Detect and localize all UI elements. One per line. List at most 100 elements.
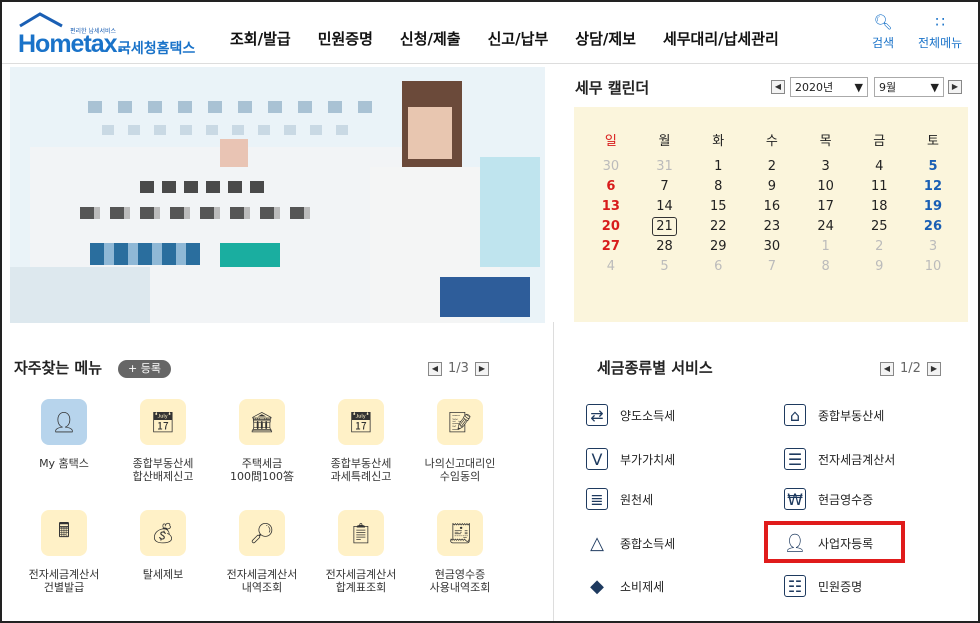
calendar-day[interactable]: 11 xyxy=(852,179,906,194)
calendar-day[interactable]: 30 xyxy=(745,239,799,254)
calendar-grid: 일 월 화 수 목 금 토 30 31 1 2 3 4 5 6 7 8 9 10 11 12 13 14 15 16 17 18 19… xyxy=(584,122,960,276)
calendar-week: 13 14 15 16 17 18 19 xyxy=(584,196,960,216)
calendar-day[interactable]: 17 xyxy=(799,199,853,214)
weekday-label: 목 xyxy=(819,133,832,149)
calendar-day[interactable]: 1 xyxy=(799,239,853,254)
tax-service-item[interactable]: ⇄ 양도소득세 xyxy=(586,404,675,426)
calendar-day[interactable]: 7 xyxy=(638,179,692,194)
month-select[interactable]: 9월 ▼ xyxy=(874,77,944,97)
prev-year-button[interactable]: ◀ xyxy=(771,80,785,94)
cash-receipt-icon: ₩ xyxy=(784,488,806,510)
frequent-menu-item[interactable]: 🔎︎ 전자세금계산서 내역조회 xyxy=(214,510,310,594)
tax-service-item[interactable]: ⌂ 종합부동산세 xyxy=(784,404,884,426)
vat-icon: V xyxy=(586,448,608,470)
frequent-menu-item[interactable]: 👤︎ My 홈택스 xyxy=(16,399,112,470)
calendar-day[interactable]: 23 xyxy=(745,219,799,234)
frequent-menu-item[interactable]: 📋︎ 전자세금계산서 합계표조회 xyxy=(313,510,409,594)
calendar-day[interactable]: 1 xyxy=(691,159,745,174)
chevron-down-icon: ▼ xyxy=(930,80,939,94)
prev-page-button[interactable]: ◀ xyxy=(880,361,894,376)
tax-calendar-title: 세무 캘린더 xyxy=(575,79,650,97)
frequent-menu-item[interactable]: 📅︎ 종합부동산세 합산배제신고 xyxy=(115,399,211,483)
frequent-menu-label: 주택세금 100問100答 xyxy=(230,457,294,483)
frequent-menu-item[interactable]: 📅︎ 종합부동산세 과세특례신고 xyxy=(313,399,409,483)
weekday-label: 월 xyxy=(658,133,671,149)
calendar-day[interactable]: 30 xyxy=(584,159,638,174)
calendar-day[interactable]: 20 xyxy=(584,219,638,234)
nav-lookup-issue[interactable]: 조회/발급 xyxy=(230,28,291,49)
calendar-day[interactable]: 18 xyxy=(852,199,906,214)
calendar-day[interactable]: 8 xyxy=(691,179,745,194)
frequent-menu-item[interactable]: 🖩︎ 전자세금계산서 건별발급 xyxy=(16,510,112,594)
frequent-menu-item[interactable]: 💰︎ 탈세제보 xyxy=(115,510,211,581)
calendar-day[interactable]: 6 xyxy=(584,179,638,194)
register-button[interactable]: + 등록 xyxy=(118,360,171,378)
calendar-day[interactable]: 15 xyxy=(691,199,745,214)
frequent-menu-item[interactable]: 🧾︎ 현금영수증 사용내역조회 xyxy=(412,510,508,594)
hometax-logo[interactable]: 편리한 납세서비스 Hometax. 국세청홈택스 xyxy=(14,12,214,58)
frequent-menu-item[interactable]: 🏛︎ 주택세금 100問100答 xyxy=(214,399,310,483)
calendar-day[interactable]: 6 xyxy=(691,259,745,274)
next-month-button[interactable]: ▶ xyxy=(948,80,962,94)
frequent-menu-label: My 홈택스 xyxy=(39,457,89,470)
search-button[interactable]: 🔍︎ 검색 xyxy=(872,14,894,51)
calendar-day[interactable]: 5 xyxy=(638,259,692,274)
nav-apply-submit[interactable]: 신청/제출 xyxy=(400,28,461,49)
calendar-day[interactable]: 22 xyxy=(691,219,745,234)
tax-service-item[interactable]: ◆ 소비제세 xyxy=(586,575,664,597)
roof-icon xyxy=(19,12,63,28)
document-pen-icon: 📝︎ xyxy=(437,399,483,445)
calendar-day[interactable]: 3 xyxy=(799,159,853,174)
calendar-day[interactable]: 25 xyxy=(852,219,906,234)
nav-civil-certificate[interactable]: 민원증명 xyxy=(318,28,373,49)
calendar-day[interactable]: 13 xyxy=(584,199,638,214)
calendar-day[interactable]: 10 xyxy=(799,179,853,194)
nav-consult-tip[interactable]: 상담/제보 xyxy=(575,28,636,49)
logo-korean: 국세청홈택스 xyxy=(118,41,196,57)
calendar-day[interactable]: 16 xyxy=(745,199,799,214)
calendar-day[interactable]: 3 xyxy=(906,239,960,254)
calendar-day[interactable]: 9 xyxy=(745,179,799,194)
promo-banner[interactable] xyxy=(10,67,545,323)
calendar-day[interactable]: 24 xyxy=(799,219,853,234)
chevron-down-icon: ▼ xyxy=(854,80,863,94)
next-page-button[interactable]: ▶ xyxy=(926,361,941,376)
frequent-menu-item[interactable]: 📝︎ 나의신고대리인 수임동의 xyxy=(412,399,508,483)
calendar-day[interactable]: 26 xyxy=(906,219,960,234)
calendar-day[interactable]: 19 xyxy=(906,199,960,214)
frequent-menu-label: 종합부동산세 합산배제신고 xyxy=(132,457,194,483)
tax-service-item[interactable]: ₩ 현금영수증 xyxy=(784,488,873,510)
tax-service-label: 종합소득세 xyxy=(620,536,676,551)
calendar-day[interactable]: 10 xyxy=(906,259,960,274)
calendar-day[interactable]: 12 xyxy=(906,179,960,194)
tax-service-label: 종합부동산세 xyxy=(818,408,885,423)
banner-text-block xyxy=(80,207,310,219)
calendar-day[interactable]: 31 xyxy=(638,159,692,174)
calendar-day[interactable]: 2 xyxy=(745,159,799,174)
calendar-day[interactable]: 2 xyxy=(852,239,906,254)
year-select[interactable]: 2020년 ▼ xyxy=(790,77,868,97)
tax-service-item[interactable]: ☰ 전자세금계산서 xyxy=(784,448,895,470)
calendar-day[interactable]: 4 xyxy=(584,259,638,274)
calendar-day[interactable]: 5 xyxy=(906,159,960,174)
tax-service-item[interactable]: △ 종합소득세 xyxy=(586,532,675,554)
calendar-day[interactable]: 7 xyxy=(745,259,799,274)
all-menu-button[interactable]: ∷ 전체메뉴 xyxy=(918,14,962,51)
calendar-day[interactable]: 14 xyxy=(638,199,692,214)
calendar-day[interactable]: 29 xyxy=(691,239,745,254)
tax-service-item[interactable]: V 부가가치세 xyxy=(586,448,675,470)
calendar-day[interactable]: 9 xyxy=(852,259,906,274)
calendar-day[interactable]: 4 xyxy=(852,159,906,174)
calendar-day[interactable]: 8 xyxy=(799,259,853,274)
nav-tax-agent[interactable]: 세무대리/납세관리 xyxy=(663,28,779,49)
calendar-day[interactable]: 21 xyxy=(638,216,692,236)
frequent-menu-label: 전자세금계산서 합계표조회 xyxy=(325,568,397,594)
banner-text-block xyxy=(140,181,270,193)
tax-service-item[interactable]: ≣ 원천세 xyxy=(586,488,653,510)
tax-service-item[interactable]: ☷ 민원증명 xyxy=(784,575,862,597)
prev-page-button[interactable]: ◀ xyxy=(428,361,442,376)
next-page-button[interactable]: ▶ xyxy=(474,361,489,376)
nav-report-pay[interactable]: 신고/납부 xyxy=(488,28,549,49)
calendar-day[interactable]: 27 xyxy=(584,239,638,254)
calendar-day[interactable]: 28 xyxy=(638,239,692,254)
